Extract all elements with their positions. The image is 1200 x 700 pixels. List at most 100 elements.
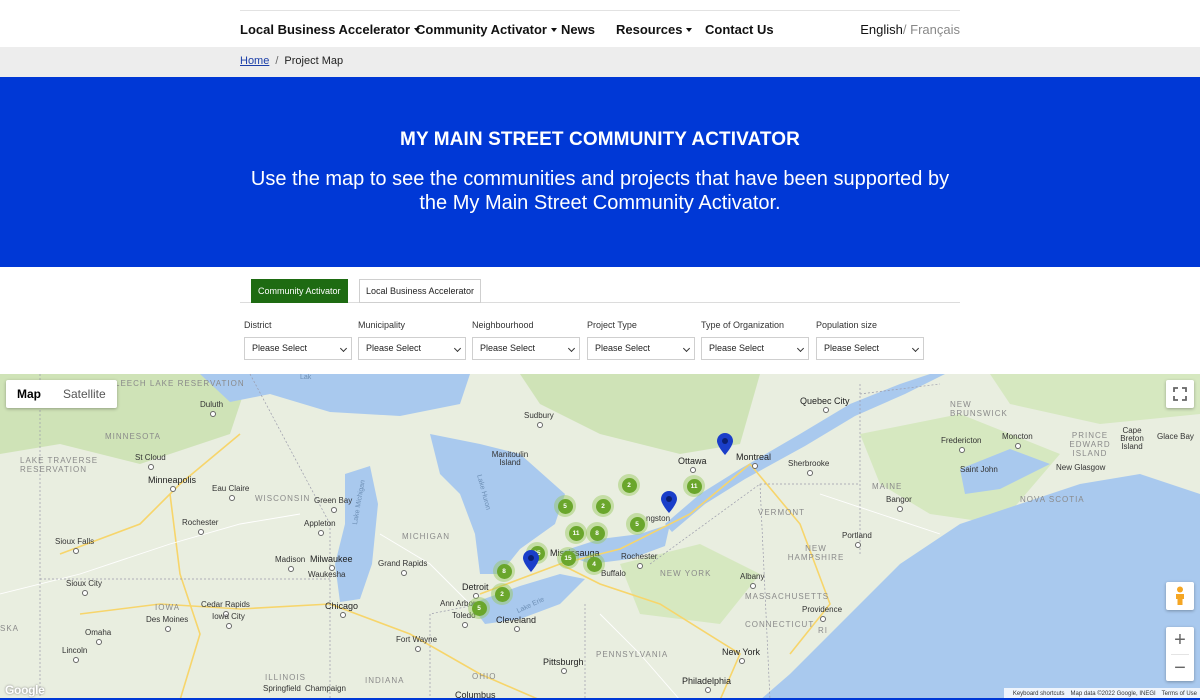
municipality-select[interactable]: Please Select (358, 337, 466, 360)
chevron-down-icon (453, 344, 462, 353)
map-label-connecticut: CONNECTICUT (745, 620, 815, 629)
nav-label: Contact Us (705, 22, 774, 37)
map-label-ottawa: Ottawa (678, 456, 707, 473)
tab-community-activator[interactable]: Community Activator (251, 279, 348, 303)
map-cluster[interactable]: 2 (592, 495, 614, 517)
nav-local-business-accelerator[interactable]: Local Business Accelerator (240, 22, 421, 37)
select-value: Please Select (480, 343, 536, 353)
map-cluster[interactable]: 5 (554, 495, 576, 517)
map-label-new-york-city: New York (722, 647, 761, 664)
cluster-count: 5 (471, 600, 487, 616)
population-size-select[interactable]: Please Select (816, 337, 924, 360)
zoom-out-button[interactable]: − (1166, 655, 1194, 681)
zoom-in-button[interactable]: + (1166, 627, 1194, 654)
map-label-philadelphia: Philadelphia (682, 676, 732, 693)
street-view-button[interactable] (1166, 582, 1194, 610)
map-label-madison: Madison (275, 555, 306, 572)
tab-local-business-accelerator[interactable]: Local Business Accelerator (359, 279, 482, 303)
terms-of-use-link[interactable]: Terms of Use (1162, 691, 1197, 697)
organization-type-select[interactable]: Please Select (701, 337, 809, 360)
filter-label: District (244, 320, 272, 330)
map-label-illinois: ILLINOIS (265, 673, 306, 682)
map-pin-icon[interactable] (717, 433, 733, 455)
map-label-springfield: Springfield (263, 684, 301, 693)
select-value: Please Select (824, 343, 880, 353)
breadcrumb-bar: Home / Project Map (0, 47, 1200, 77)
map-type-satellite-button[interactable]: Satellite (52, 380, 117, 408)
map-cluster[interactable]: 2 (491, 583, 513, 605)
map-label-new-york-state: NEW YORK (660, 569, 712, 578)
map-label-chicago: Chicago (325, 601, 359, 618)
cluster-count: 11 (686, 478, 702, 494)
map-label-pei: PRINCE EDWARD ISLAND (1069, 431, 1111, 458)
map-label-cape-breton: Cape Breton Island (1120, 426, 1144, 451)
filter-population-size: Population size Please Select (816, 320, 924, 360)
district-select[interactable]: Please Select (244, 337, 352, 360)
filter-label: Neighbourhood (472, 320, 534, 330)
map-label-moncton: Moncton (1002, 432, 1033, 449)
neighbourhood-select[interactable]: Please Select (472, 337, 580, 360)
chevron-down-icon (682, 344, 691, 353)
map-label-fredericton: Fredericton (941, 436, 982, 453)
filter-project-type: Project Type Please Select (587, 320, 695, 360)
caret-down-icon (686, 27, 693, 32)
breadcrumb-home-link[interactable]: Home (240, 55, 269, 67)
program-tabs: Community Activator Local Business Accel… (240, 279, 960, 303)
map-type-map-button[interactable]: Map (6, 380, 52, 408)
map-label-grand-rapids: Grand Rapids (378, 559, 428, 576)
filter-district: District Please Select (244, 320, 352, 360)
nav-contact-us[interactable]: Contact Us (705, 22, 774, 37)
map-label-minneapolis: Minneapolis (148, 475, 197, 492)
filter-neighbourhood: Neighbourhood Please Select (472, 320, 580, 360)
map-label-sioux-falls: Sioux Falls (55, 537, 95, 554)
map-label-albany: Albany (740, 572, 765, 589)
map-cluster[interactable]: 11 (565, 522, 587, 544)
map-cluster[interactable]: 8 (586, 522, 608, 544)
map-cluster[interactable]: 4 (583, 553, 605, 575)
map-label-glace-bay: Glace Bay (1157, 432, 1194, 441)
map-label-sudbury: Sudbury (524, 411, 554, 428)
pegman-icon (1176, 586, 1184, 605)
caret-down-icon (550, 27, 557, 32)
map-label-buffalo: Buffalo (601, 569, 626, 578)
filter-municipality: Municipality Please Select (358, 320, 466, 360)
map-cluster[interactable]: 5 (468, 597, 490, 619)
map-pin-icon[interactable] (661, 491, 677, 513)
cluster-count: 8 (496, 563, 512, 579)
map-cluster[interactable]: 8 (493, 560, 515, 582)
map-pin-icon[interactable] (523, 550, 539, 572)
nav-community-activator[interactable]: Community Activator (416, 22, 557, 37)
map-cluster[interactable]: 11 (683, 475, 705, 497)
nav-label: Community Activator (416, 22, 547, 37)
keyboard-shortcuts-link[interactable]: Keyboard shortcuts (1013, 691, 1065, 697)
map-label-michigan: MICHIGAN (402, 532, 450, 541)
project-type-select[interactable]: Please Select (587, 337, 695, 360)
nav-news[interactable]: News (561, 22, 595, 37)
project-map[interactable]: LEECH LAKE RESERVATION MINNESOTA LAKE TR… (0, 374, 1200, 700)
lang-francais[interactable]: Français (910, 22, 960, 37)
map-label-detroit: Detroit (462, 582, 489, 599)
cluster-count: 2 (595, 498, 611, 514)
map-label-sioux-city: Sioux City (66, 579, 103, 596)
nav-resources[interactable]: Resources (616, 22, 693, 37)
map-cluster[interactable]: 2 (618, 474, 640, 496)
filter-label: Type of Organization (701, 320, 785, 330)
fullscreen-button[interactable] (1166, 380, 1194, 408)
nav-top-rule (240, 10, 960, 11)
lang-english[interactable]: English (860, 22, 903, 37)
filter-label: Population size (816, 320, 878, 330)
google-logo: Google (5, 683, 45, 697)
cluster-count: 11 (568, 525, 584, 541)
map-cluster[interactable]: 15 (557, 547, 579, 569)
map-label-new-hampshire: NEW HAMPSHIRE (787, 544, 845, 562)
select-value: Please Select (366, 343, 422, 353)
map-label-fort-wayne: Fort Wayne (396, 635, 438, 652)
map-label-ska: SKA (0, 624, 20, 633)
breadcrumb: Home / Project Map (240, 55, 343, 67)
map-label-des-moines: Des Moines (146, 615, 189, 632)
map-label-nova-scotia: NOVA SCOTIA (1020, 495, 1085, 504)
map-label-iowa-city: Iowa City (212, 612, 245, 629)
language-switcher: English/ Français (860, 22, 960, 37)
map-type-control: Map Satellite (6, 380, 117, 408)
map-cluster[interactable]: 5 (626, 513, 648, 535)
